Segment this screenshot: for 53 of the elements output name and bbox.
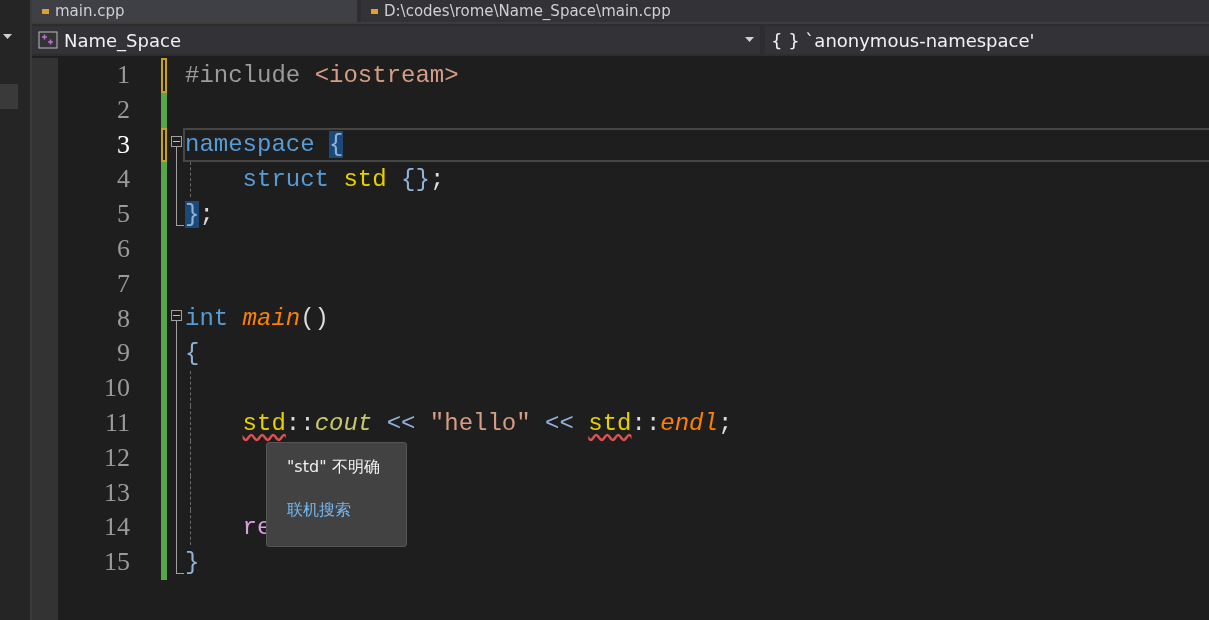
code-token: ; (199, 201, 214, 229)
code-token: endl (660, 409, 718, 437)
caret-icon[interactable] (3, 34, 12, 40)
line-number: 8 (116, 302, 131, 335)
code-token: std (588, 409, 632, 437)
file-tab[interactable]: main.cpp (32, 0, 357, 22)
line-number: 3 (116, 128, 131, 161)
code-token: std (343, 166, 387, 194)
fold-toggle[interactable] (171, 135, 182, 147)
code-token: << (385, 409, 417, 437)
class-icon (38, 31, 58, 49)
code-token: cout (314, 409, 373, 437)
line-number: 15 (103, 546, 131, 579)
code-token: } (185, 201, 200, 229)
line-number: 12 (103, 441, 131, 474)
file-tab[interactable]: D:\codes\rome\Name_Space\main.cpp (361, 0, 1209, 22)
scope-name: { } `anonymous-namespace' (771, 29, 1035, 51)
code-token: int (185, 305, 230, 333)
code-token: main (242, 305, 301, 333)
code-token: :: (285, 409, 315, 437)
line-number: 13 (103, 476, 131, 509)
line-number: 6 (116, 233, 131, 265)
line-number: 4 (116, 163, 131, 196)
code-token: {} (400, 166, 430, 194)
code-token: ; (717, 409, 733, 437)
code-token: ; (429, 166, 445, 194)
line-number: 9 (116, 337, 131, 370)
line-number: 1 (116, 59, 131, 91)
code-token: std (242, 409, 286, 437)
fold-toggle[interactable] (171, 309, 182, 321)
line-number: 10 (103, 372, 131, 405)
line-number: 2 (116, 93, 131, 126)
code-token: :: (631, 409, 661, 437)
scope-dropdown[interactable]: { } `anonymous-namespace' (765, 26, 1209, 54)
tooltip-message: "std" 不明确 (287, 457, 381, 478)
code-token: #include (185, 61, 302, 89)
line-number: 14 (103, 511, 131, 544)
line-number: 5 (116, 198, 131, 231)
line-number: 11 (103, 406, 131, 439)
code-token: namespace (185, 131, 316, 159)
project-dropdown[interactable]: Name_Space (32, 26, 760, 54)
code-token: { (329, 131, 344, 159)
code-token: <iostream> (314, 61, 459, 89)
code-token: } (185, 549, 200, 577)
code-token: { (185, 340, 200, 368)
code-token: << (544, 409, 575, 437)
caret-icon (745, 37, 754, 43)
code-token: () (300, 305, 330, 333)
search-online-link[interactable]: 联机搜索 (287, 500, 386, 521)
code-token: "hello" (429, 409, 531, 437)
code-token: struct (241, 166, 331, 194)
project-name: Name_Space (64, 29, 181, 51)
line-number: 7 (116, 267, 131, 300)
